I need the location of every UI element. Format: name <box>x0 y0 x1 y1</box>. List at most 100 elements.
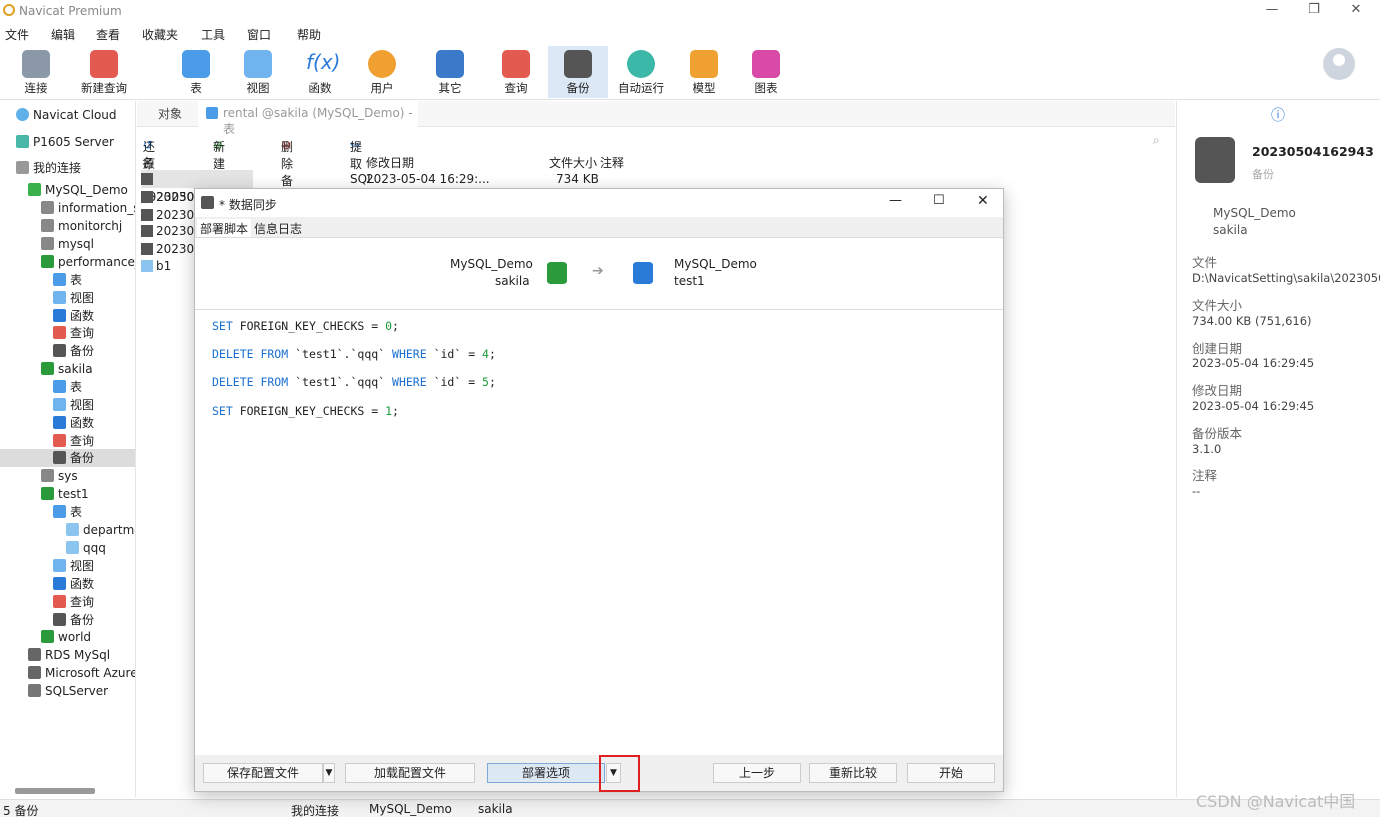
tree-db-test1[interactable]: test1 <box>41 485 89 503</box>
chart-button[interactable]: 图表 <box>736 46 796 98</box>
backup-icon <box>141 243 153 255</box>
status-conn-group: 我的连接 <box>291 804 340 818</box>
table-button[interactable]: 表 <box>166 46 226 98</box>
tree-p1605-server[interactable]: P1605 Server <box>16 133 114 151</box>
new-query-button[interactable]: 新建查询 <box>74 46 134 98</box>
search-icon[interactable]: ⌕ <box>1153 133 1160 148</box>
sqlserver-icon <box>28 684 41 697</box>
tree-queries[interactable]: 查询 <box>53 593 94 611</box>
list-item[interactable]: 20230504162943 <box>141 170 253 204</box>
tree-sqlserver[interactable]: SQLServer <box>28 682 108 700</box>
tree-functions[interactable]: 函数 <box>53 575 94 593</box>
list-item[interactable]: b1 <box>141 257 171 275</box>
tree-backups-selected[interactable]: 备份 <box>53 449 94 467</box>
start-button[interactable]: 开始 <box>907 763 995 783</box>
menu-favorites[interactable]: 收藏夹 <box>142 26 178 43</box>
save-profile-button[interactable]: 保存配置文件 <box>203 763 323 783</box>
function-button[interactable]: f(x) 函数 <box>290 46 350 98</box>
robot-icon <box>627 50 655 78</box>
dialog-minimize-icon[interactable]: — <box>889 193 902 208</box>
col-size[interactable]: 文件大小 <box>549 154 597 171</box>
dialog-close-icon[interactable]: ✕ <box>977 193 989 209</box>
menu-tools[interactable]: 工具 <box>201 26 225 43</box>
tab-objects[interactable]: 对象 <box>158 105 182 122</box>
col-modified[interactable]: 修改日期 <box>366 154 414 171</box>
backup-icon <box>141 173 153 185</box>
dialog-title-bar: * 数据同步 — ☐ ✕ <box>195 189 1003 217</box>
tree-tables[interactable]: 表 <box>53 271 82 289</box>
tree-functions[interactable]: 函数 <box>53 414 94 432</box>
query-icon <box>53 434 66 447</box>
tree-db[interactable]: performance_s <box>41 253 135 271</box>
menu-edit[interactable]: 编辑 <box>51 26 75 43</box>
tree-views[interactable]: 视图 <box>53 289 94 307</box>
info-icon[interactable]: ⓘ <box>1271 105 1285 125</box>
tree-navicat-cloud[interactable]: Navicat Cloud <box>16 106 117 124</box>
tree-db[interactable]: sys <box>41 467 78 485</box>
model-button[interactable]: 模型 <box>674 46 734 98</box>
avatar[interactable] <box>1323 48 1355 80</box>
label-modified: 修改日期 <box>1192 383 1243 398</box>
maximize-icon[interactable]: ❐ <box>1294 2 1334 20</box>
tree-azure[interactable]: Microsoft Azure <box>28 664 135 682</box>
tree-table[interactable]: departme <box>66 521 135 539</box>
tree-backups[interactable]: 备份 <box>53 611 94 629</box>
deploy-options-button[interactable]: 部署选项 <box>487 763 605 783</box>
other-button[interactable]: 其它 <box>420 46 480 98</box>
user-button[interactable]: 用户 <box>352 46 412 98</box>
menu-view[interactable]: 查看 <box>96 26 120 43</box>
col-name[interactable]: 名 <box>142 154 154 171</box>
close-icon[interactable]: ✕ <box>1336 2 1376 20</box>
load-profile-button[interactable]: 加载配置文件 <box>345 763 475 783</box>
tree-table[interactable]: qqq <box>66 539 106 557</box>
file-size: 734 KB <box>556 172 599 186</box>
tree-mysql-demo[interactable]: MySQL_Demo <box>28 181 128 199</box>
label-comment: 注释 <box>1192 468 1218 483</box>
col-comment[interactable]: 注释 <box>600 154 624 171</box>
menu-bar: 文件 编辑 查看 收藏夹 工具 窗口 帮助 <box>0 22 1380 44</box>
backup-icon <box>141 191 153 203</box>
menu-file[interactable]: 文件 <box>5 26 29 43</box>
prev-button[interactable]: 上一步 <box>713 763 801 783</box>
tab-deploy-script[interactable]: 部署脚本 <box>197 219 252 238</box>
table-icon <box>206 107 218 119</box>
recompare-button[interactable]: 重新比较 <box>809 763 897 783</box>
sync-header: MySQL_Demo sakila ➔ MySQL_Demo test1 <box>195 238 1003 310</box>
tab-rental[interactable]: rental @sakila (MySQL_Demo) - 表 <box>198 101 418 136</box>
tree-tables[interactable]: 表 <box>53 378 82 396</box>
details-panel: ⓘ 20230504162943 备份 MySQL_Demo sakila 文件… <box>1176 101 1380 797</box>
query-button[interactable]: 查询 <box>486 46 546 98</box>
save-profile-dropdown-icon[interactable]: ▼ <box>323 763 335 783</box>
view-icon <box>53 291 66 304</box>
tree-db[interactable]: monitorchj <box>41 217 122 235</box>
tree-queries[interactable]: 查询 <box>53 324 94 342</box>
function-icon <box>53 416 66 429</box>
tree-views[interactable]: 视图 <box>53 396 94 414</box>
tree-db-sakila[interactable]: sakila <box>41 360 93 378</box>
sql-line: DELETE FROM `test1`.`qqq` WHERE `id` = 4… <box>212 347 496 361</box>
tree-queries[interactable]: 查询 <box>53 432 94 450</box>
view-button[interactable]: 视图 <box>228 46 288 98</box>
tree-views[interactable]: 视图 <box>53 557 94 575</box>
dialog-maximize-icon[interactable]: ☐ <box>933 193 945 208</box>
tree-tables[interactable]: 表 <box>53 503 82 521</box>
tree-functions[interactable]: 函数 <box>53 307 94 325</box>
menu-help[interactable]: 帮助 <box>297 26 321 43</box>
tree-my-connections[interactable]: 我的连接 <box>16 159 81 177</box>
function-icon <box>53 577 66 590</box>
title-bar: Navicat Premium — ❐ ✕ <box>0 0 1380 22</box>
backup-button[interactable]: 备份 <box>548 46 608 98</box>
tree-rds[interactable]: RDS MySql <box>28 646 110 664</box>
automation-button[interactable]: 自动运行 <box>610 46 672 98</box>
tab-message-log[interactable]: 信息日志 <box>251 219 305 238</box>
tree-backups[interactable]: 备份 <box>53 342 94 360</box>
tree-db[interactable]: information_sc <box>41 199 135 217</box>
minimize-icon[interactable]: — <box>1252 2 1292 20</box>
tree-db[interactable]: world <box>41 628 91 646</box>
backup-icon <box>141 225 153 237</box>
menu-window[interactable]: 窗口 <box>247 26 271 43</box>
tree-db[interactable]: mysql <box>41 235 94 253</box>
connect-button[interactable]: 连接 <box>6 46 66 98</box>
sidebar-scrollbar[interactable] <box>15 788 95 794</box>
backup-toolbar: ↺ 还原备份 ⊕ 新建备份 ⊖ 删除备份 ↪ 提取 SQL ⌕ <box>143 133 1160 205</box>
